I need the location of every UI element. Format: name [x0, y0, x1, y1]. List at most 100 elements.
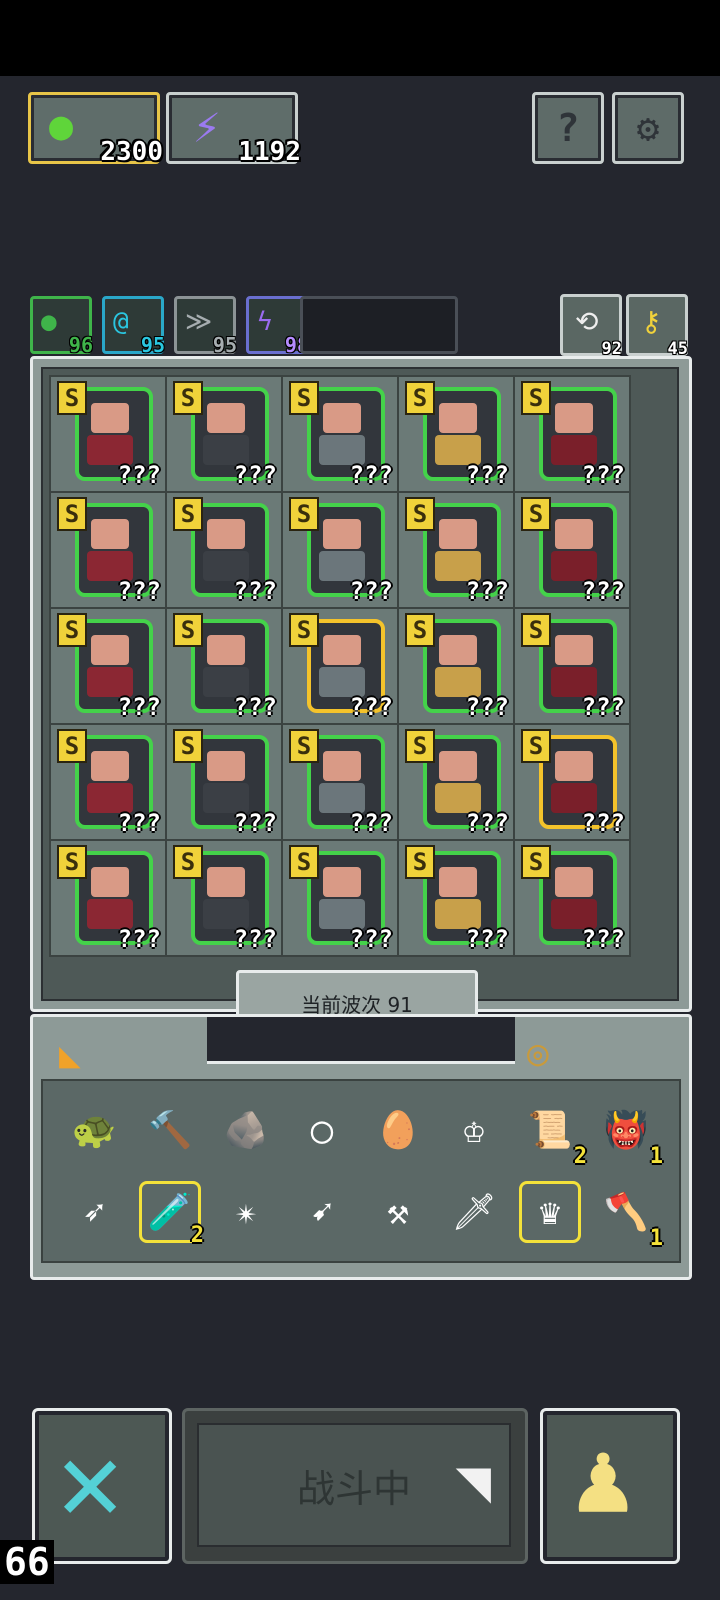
claw-icon[interactable]: ♛	[519, 1181, 581, 1243]
hammer-icon[interactable]: 🔨	[139, 1099, 201, 1161]
hero-cell[interactable]: S???	[165, 839, 283, 957]
cyan-gem-slot[interactable]: @ 95	[102, 296, 165, 357]
hero-cell[interactable]: S???	[49, 375, 167, 493]
unknown-stat: ???	[349, 693, 393, 721]
hero-cell[interactable]: S???	[397, 607, 515, 725]
item-glyph: ➹	[311, 1191, 333, 1233]
hero-face	[323, 867, 361, 897]
slime-count: 2300	[100, 137, 163, 167]
pink-arrow-icon[interactable]: ➹	[291, 1181, 353, 1243]
settings-button[interactable]: ⚙	[612, 92, 684, 164]
hero-cell[interactable]: S???	[281, 723, 399, 841]
hero-cell[interactable]: S???	[49, 607, 167, 725]
hero-face	[91, 403, 129, 433]
key-icon: ⚷	[641, 305, 662, 338]
key-counter[interactable]: ⚷ 45	[626, 294, 688, 359]
lightning-icon: ⚡	[193, 99, 221, 153]
pawn-icon: ♟	[573, 1419, 634, 1536]
triangle-icon: ◣	[59, 1035, 81, 1076]
unknown-stat: ???	[233, 577, 277, 605]
hero-cell[interactable]: S???	[281, 839, 399, 957]
hero-cell[interactable]: S???	[397, 723, 515, 841]
rank-badge: S	[521, 845, 551, 879]
anvil-icon[interactable]: ⚒	[367, 1181, 429, 1243]
refresh-counter[interactable]: ⟲ 92	[560, 294, 622, 359]
hero-face	[323, 403, 361, 433]
green-slime-icon: ●	[41, 307, 57, 337]
hero-cell[interactable]: S???	[513, 375, 631, 493]
rank-badge: S	[173, 845, 203, 879]
slime-icon: ●	[49, 103, 74, 149]
gray-gem-value: 95	[212, 333, 237, 357]
hero-cell[interactable]: S???	[165, 723, 283, 841]
unknown-stat: ???	[465, 693, 509, 721]
hero-cell[interactable]: S???	[513, 839, 631, 957]
item-glyph: 🐢	[71, 1110, 117, 1151]
hero-cell[interactable]: S???	[513, 723, 631, 841]
axe-icon[interactable]: 🪓 1	[595, 1181, 663, 1251]
hero-cell[interactable]: S???	[49, 723, 167, 841]
mirror-icon[interactable]: 🥚	[367, 1099, 429, 1161]
hero-cell[interactable]: S???	[397, 375, 515, 493]
close-icon: ✕	[57, 1417, 124, 1545]
rank-badge: S	[405, 497, 435, 531]
hero-cell[interactable]: S???	[165, 607, 283, 725]
unknown-stat: ???	[349, 461, 393, 489]
arrow-icon[interactable]: ➶	[63, 1181, 125, 1243]
purple-gem-slot[interactable]: ϟ 98	[246, 296, 309, 357]
hero-cell[interactable]: S???	[165, 491, 283, 609]
hero-face	[439, 635, 477, 665]
potion-icon[interactable]: 🧪 2	[139, 1181, 204, 1248]
green-gem-slot[interactable]: ● 96	[30, 296, 93, 357]
rank-badge: S	[173, 497, 203, 531]
tab-items[interactable]: ◣	[41, 1025, 207, 1087]
rank-badge: S	[405, 845, 435, 879]
dagger-icon[interactable]: 🗡	[443, 1181, 505, 1243]
hero-face	[555, 635, 593, 665]
hero-cell[interactable]: S???	[281, 491, 399, 609]
wing-icon: ≫	[185, 307, 213, 337]
help-button[interactable]: ?	[532, 92, 604, 164]
hero-cell[interactable]: S???	[281, 375, 399, 493]
unknown-stat: ???	[465, 461, 509, 489]
green-gem-value: 96	[68, 333, 93, 357]
hero-face	[323, 751, 361, 781]
gray-gem-slot[interactable]: ≫ 95	[174, 296, 237, 357]
hero-cell[interactable]: S???	[513, 491, 631, 609]
rank-badge: S	[173, 613, 203, 647]
unknown-stat: ???	[581, 809, 625, 837]
ring-icon[interactable]: ◯	[291, 1099, 353, 1161]
hero-cell[interactable]: S???	[397, 491, 515, 609]
cyan-gem-value: 95	[140, 333, 165, 357]
hero-cell[interactable]: S???	[165, 375, 283, 493]
rank-badge: S	[289, 729, 319, 763]
rank-badge: S	[405, 729, 435, 763]
hero-cell[interactable]: S???	[281, 607, 399, 725]
sling-icon[interactable]: 🪨	[215, 1099, 277, 1161]
hero-cell[interactable]: S???	[49, 839, 167, 957]
unknown-stat: ???	[233, 925, 277, 953]
scroll-icon[interactable]: 📜 2	[519, 1099, 587, 1169]
hero-cell[interactable]: S???	[397, 839, 515, 957]
rank-badge: S	[521, 613, 551, 647]
demon-mask-icon[interactable]: 👹 1	[595, 1099, 663, 1169]
hero-face	[555, 403, 593, 433]
hero-cell[interactable]: S???	[49, 491, 167, 609]
staff-icon[interactable]: ✴	[215, 1181, 277, 1243]
hero-face	[323, 635, 361, 665]
tab-rings[interactable]: ◎	[515, 1025, 681, 1087]
cyan-swirl-icon: @	[113, 307, 129, 337]
hero-cell[interactable]: S???	[513, 607, 631, 725]
hero-button[interactable]: ♟	[540, 1408, 680, 1564]
item-glyph: ◯	[311, 1109, 333, 1151]
purple-lightning-icon: ϟ	[257, 307, 273, 337]
crown-icon[interactable]: ♔	[443, 1099, 505, 1161]
slime-resource[interactable]: ● 2300	[28, 92, 163, 167]
rank-badge: S	[405, 381, 435, 415]
fight-button[interactable]: 战斗中 ◥	[182, 1408, 528, 1564]
energy-resource[interactable]: ⚡ 1192	[166, 92, 301, 167]
gem-progress-track	[300, 296, 458, 354]
hero-face	[91, 519, 129, 549]
unknown-stat: ???	[349, 925, 393, 953]
turtle-shell-icon[interactable]: 🐢	[63, 1099, 125, 1161]
